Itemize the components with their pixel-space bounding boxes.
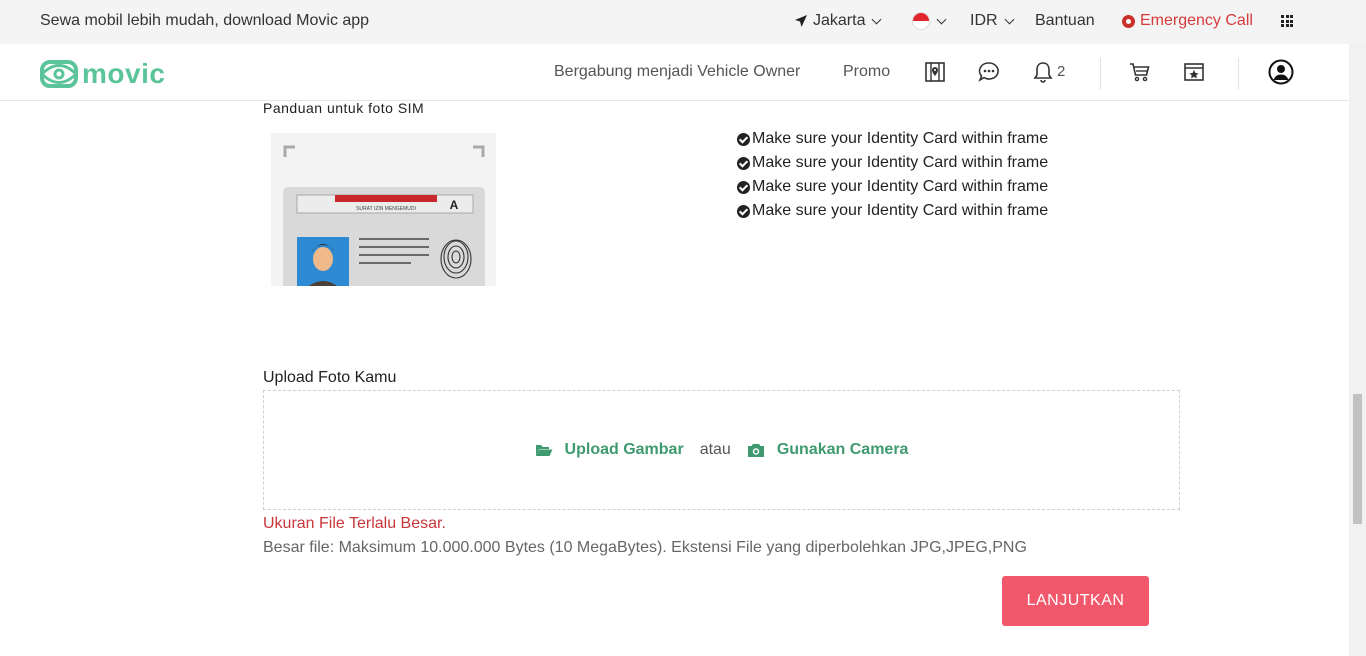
- check-circle-icon: [737, 204, 750, 218]
- notification-count: 2: [1057, 63, 1066, 80]
- help-link[interactable]: Bantuan: [1035, 12, 1095, 30]
- camera-icon: [747, 443, 764, 457]
- chevron-down-icon: [872, 14, 882, 24]
- language-selector[interactable]: [912, 12, 947, 30]
- map-pin-icon[interactable]: [923, 60, 947, 84]
- upload-image-label: Upload Gambar: [564, 441, 684, 458]
- page-scrollbar[interactable]: [1349, 44, 1366, 656]
- promo-link[interactable]: Promo: [843, 63, 890, 81]
- top-bar: Sewa mobil lebih mudah, download Movic a…: [0, 0, 1366, 44]
- file-size-error: Ukuran File Terlalu Besar.: [263, 515, 446, 532]
- join-vehicle-owner-link[interactable]: Bergabung menjadi Vehicle Owner: [554, 63, 800, 81]
- sim-guide-image: SURAT IZIN MENGEMUDI A: [271, 133, 496, 286]
- use-camera-button[interactable]: Gunakan Camera: [747, 441, 909, 459]
- guide-checklist: Make sure your Identity Card within fram…: [737, 127, 1048, 223]
- check-text: Make sure your Identity Card within fram…: [752, 178, 1049, 195]
- movic-logo[interactable]: movic: [40, 58, 165, 90]
- city-label: Jakarta: [813, 12, 866, 29]
- bell-icon[interactable]: [1031, 60, 1055, 84]
- apps-menu-button[interactable]: [1281, 15, 1293, 27]
- folder-open-icon: [535, 445, 553, 456]
- saved-star-icon[interactable]: [1182, 60, 1206, 84]
- app-promo-text[interactable]: Sewa mobil lebih mudah, download Movic a…: [40, 12, 369, 30]
- movic-logo-icon: [40, 60, 78, 88]
- check-text: Make sure your Identity Card within fram…: [752, 154, 1049, 171]
- currency-label: IDR: [970, 12, 998, 29]
- indonesia-flag-icon: [912, 12, 930, 30]
- currency-selector[interactable]: IDR: [970, 12, 1015, 30]
- check-circle-icon: [737, 180, 750, 194]
- use-camera-label: Gunakan Camera: [776, 441, 909, 458]
- card-header-text: SURAT IZIN MENGEMUDI: [356, 206, 416, 212]
- city-selector[interactable]: Jakarta: [794, 12, 882, 30]
- chevron-down-icon: [936, 14, 947, 24]
- continue-button[interactable]: LANJUTKAN: [1002, 576, 1149, 626]
- chevron-down-icon: [1004, 14, 1015, 24]
- guide-title: Panduan untuk foto SIM: [263, 100, 425, 116]
- upload-image-button[interactable]: Upload Gambar: [535, 441, 684, 459]
- check-text: Make sure your Identity Card within fram…: [752, 130, 1049, 147]
- user-avatar-icon[interactable]: [1268, 59, 1294, 85]
- license-card-illustration: SURAT IZIN MENGEMUDI A: [271, 133, 496, 286]
- or-text: atau: [699, 441, 731, 458]
- check-item: Make sure your Identity Card within fram…: [737, 175, 1048, 199]
- emergency-icon: [1122, 14, 1135, 28]
- main-navbar: movic Bergabung menjadi Vehicle Owner Pr…: [0, 44, 1366, 101]
- check-item: Make sure your Identity Card within fram…: [737, 151, 1048, 175]
- upload-label: Upload Foto Kamu: [263, 369, 397, 386]
- location-arrow-icon: [795, 15, 807, 27]
- check-text: Make sure your Identity Card within fram…: [752, 202, 1049, 219]
- cart-icon[interactable]: [1128, 60, 1152, 84]
- check-item: Make sure your Identity Card within fram…: [737, 127, 1048, 151]
- chat-icon[interactable]: [977, 60, 1001, 84]
- check-item: Make sure your Identity Card within fram…: [737, 199, 1048, 223]
- logo-text: movic: [82, 58, 166, 89]
- upload-dropzone[interactable]: Upload Gambar atau Gunakan Camera: [263, 390, 1180, 510]
- check-circle-icon: [737, 132, 750, 146]
- scrollbar-thumb[interactable]: [1353, 394, 1362, 524]
- emergency-call-link[interactable]: Emergency Call: [1122, 12, 1253, 30]
- nav-divider: [1100, 58, 1101, 90]
- nav-divider: [1238, 58, 1239, 90]
- help-label: Bantuan: [1035, 12, 1095, 29]
- emergency-label: Emergency Call: [1140, 12, 1253, 29]
- card-class-text: A: [450, 198, 459, 212]
- grid-icon: [1281, 15, 1293, 27]
- file-requirements-hint: Besar file: Maksimum 10.000.000 Bytes (1…: [263, 539, 1027, 556]
- check-circle-icon: [737, 156, 750, 170]
